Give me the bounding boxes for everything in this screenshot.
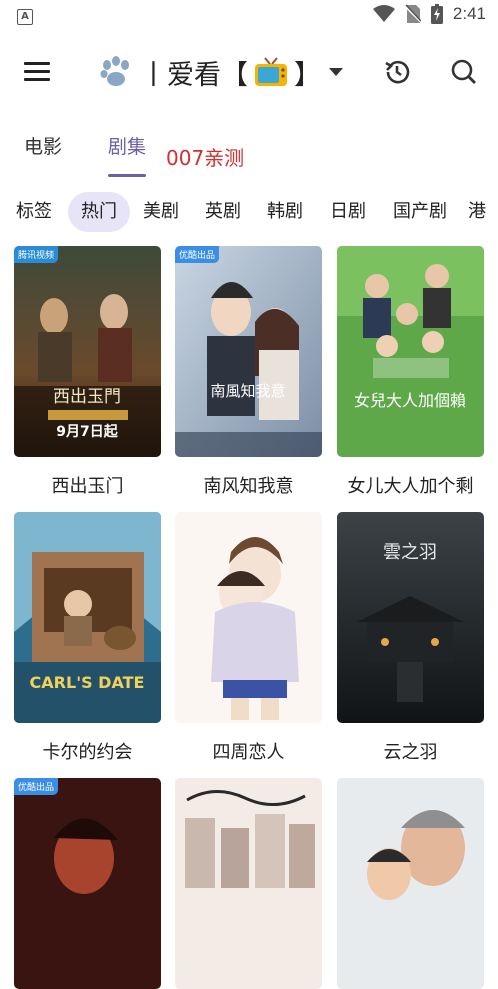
show-title: 卡尔的约会 [42, 742, 133, 763]
poster-image: 女兒大人加個賴 [337, 246, 484, 457]
poster-image: CARL'S DATE [14, 512, 161, 723]
clock: 2:41 [452, 4, 486, 23]
search-button[interactable] [450, 58, 478, 86]
category-chip[interactable]: 英剧 [198, 192, 248, 232]
main-tabs: 电影 剧集 007亲测 [0, 122, 498, 178]
poster-image [175, 512, 322, 723]
history-button[interactable] [383, 58, 411, 86]
poster-date: 9月7日起 [56, 423, 118, 440]
show-title: 南风知我意 [203, 476, 294, 497]
app-bar: 丨爱看【 】 [0, 42, 498, 102]
tv-icon [254, 57, 288, 87]
poster-title: 女兒大人加個賴 [354, 391, 466, 410]
app-notification-icon: A [17, 9, 33, 25]
category-chip[interactable]: 美剧 [136, 192, 186, 232]
category-chip[interactable]: 日剧 [323, 192, 373, 232]
category-chip[interactable]: 国产剧 [388, 192, 452, 232]
app-title-dropdown[interactable]: 丨爱看【 】 [98, 52, 343, 92]
show-title: 四周恋人 [212, 742, 285, 763]
tab-note: 007亲测 [166, 146, 245, 170]
chevron-down-icon [329, 68, 343, 76]
app-title: 丨爱看【 [140, 59, 248, 91]
tab-series[interactable]: 剧集 [108, 132, 146, 159]
wifi-icon [372, 5, 395, 22]
poster-image: 南風知我意 优酷出品 [175, 246, 322, 457]
poster-title: CARL'S DATE [30, 673, 145, 692]
show-title: 云之羽 [383, 742, 438, 763]
history-icon [385, 60, 410, 84]
category-chip-active[interactable]: 热门 [68, 192, 130, 232]
tab-indicator [108, 174, 146, 177]
badge: 腾讯视频 [14, 246, 59, 263]
paw-icon [100, 56, 129, 86]
search-icon [451, 59, 476, 84]
show-title: 女儿大人加个剩 [347, 476, 474, 497]
category-chip[interactable]: 韩剧 [260, 192, 310, 232]
category-chip[interactable]: 标签 [8, 192, 60, 232]
poster-title: 雲之羽 [383, 542, 437, 563]
show-title: 西出玉门 [51, 476, 124, 497]
status-bar: A 2:41 [0, 0, 498, 34]
app-title-bracket: 】 [294, 59, 321, 91]
poster-title: 南風知我意 [210, 382, 285, 400]
poster-image: 优酷出品 [14, 778, 161, 989]
badge: 优酷出品 [14, 778, 59, 795]
no-sim-icon [404, 4, 421, 23]
menu-button[interactable] [24, 62, 52, 82]
poster-image: 西出玉門 9月7日起 腾讯视频 [14, 246, 161, 457]
poster-image [175, 778, 322, 989]
poster-title: 西出玉門 [53, 387, 121, 407]
poster-image [337, 778, 484, 989]
poster-image: 雲之羽 [337, 512, 484, 723]
badge: 优酷出品 [175, 246, 220, 263]
tab-movies[interactable]: 电影 [24, 132, 62, 159]
category-chip[interactable]: 港 [468, 192, 498, 232]
battery-charging-icon [430, 4, 443, 24]
category-bar: 标签 热门 美剧 英剧 韩剧 日剧 国产剧 港 [0, 192, 498, 234]
